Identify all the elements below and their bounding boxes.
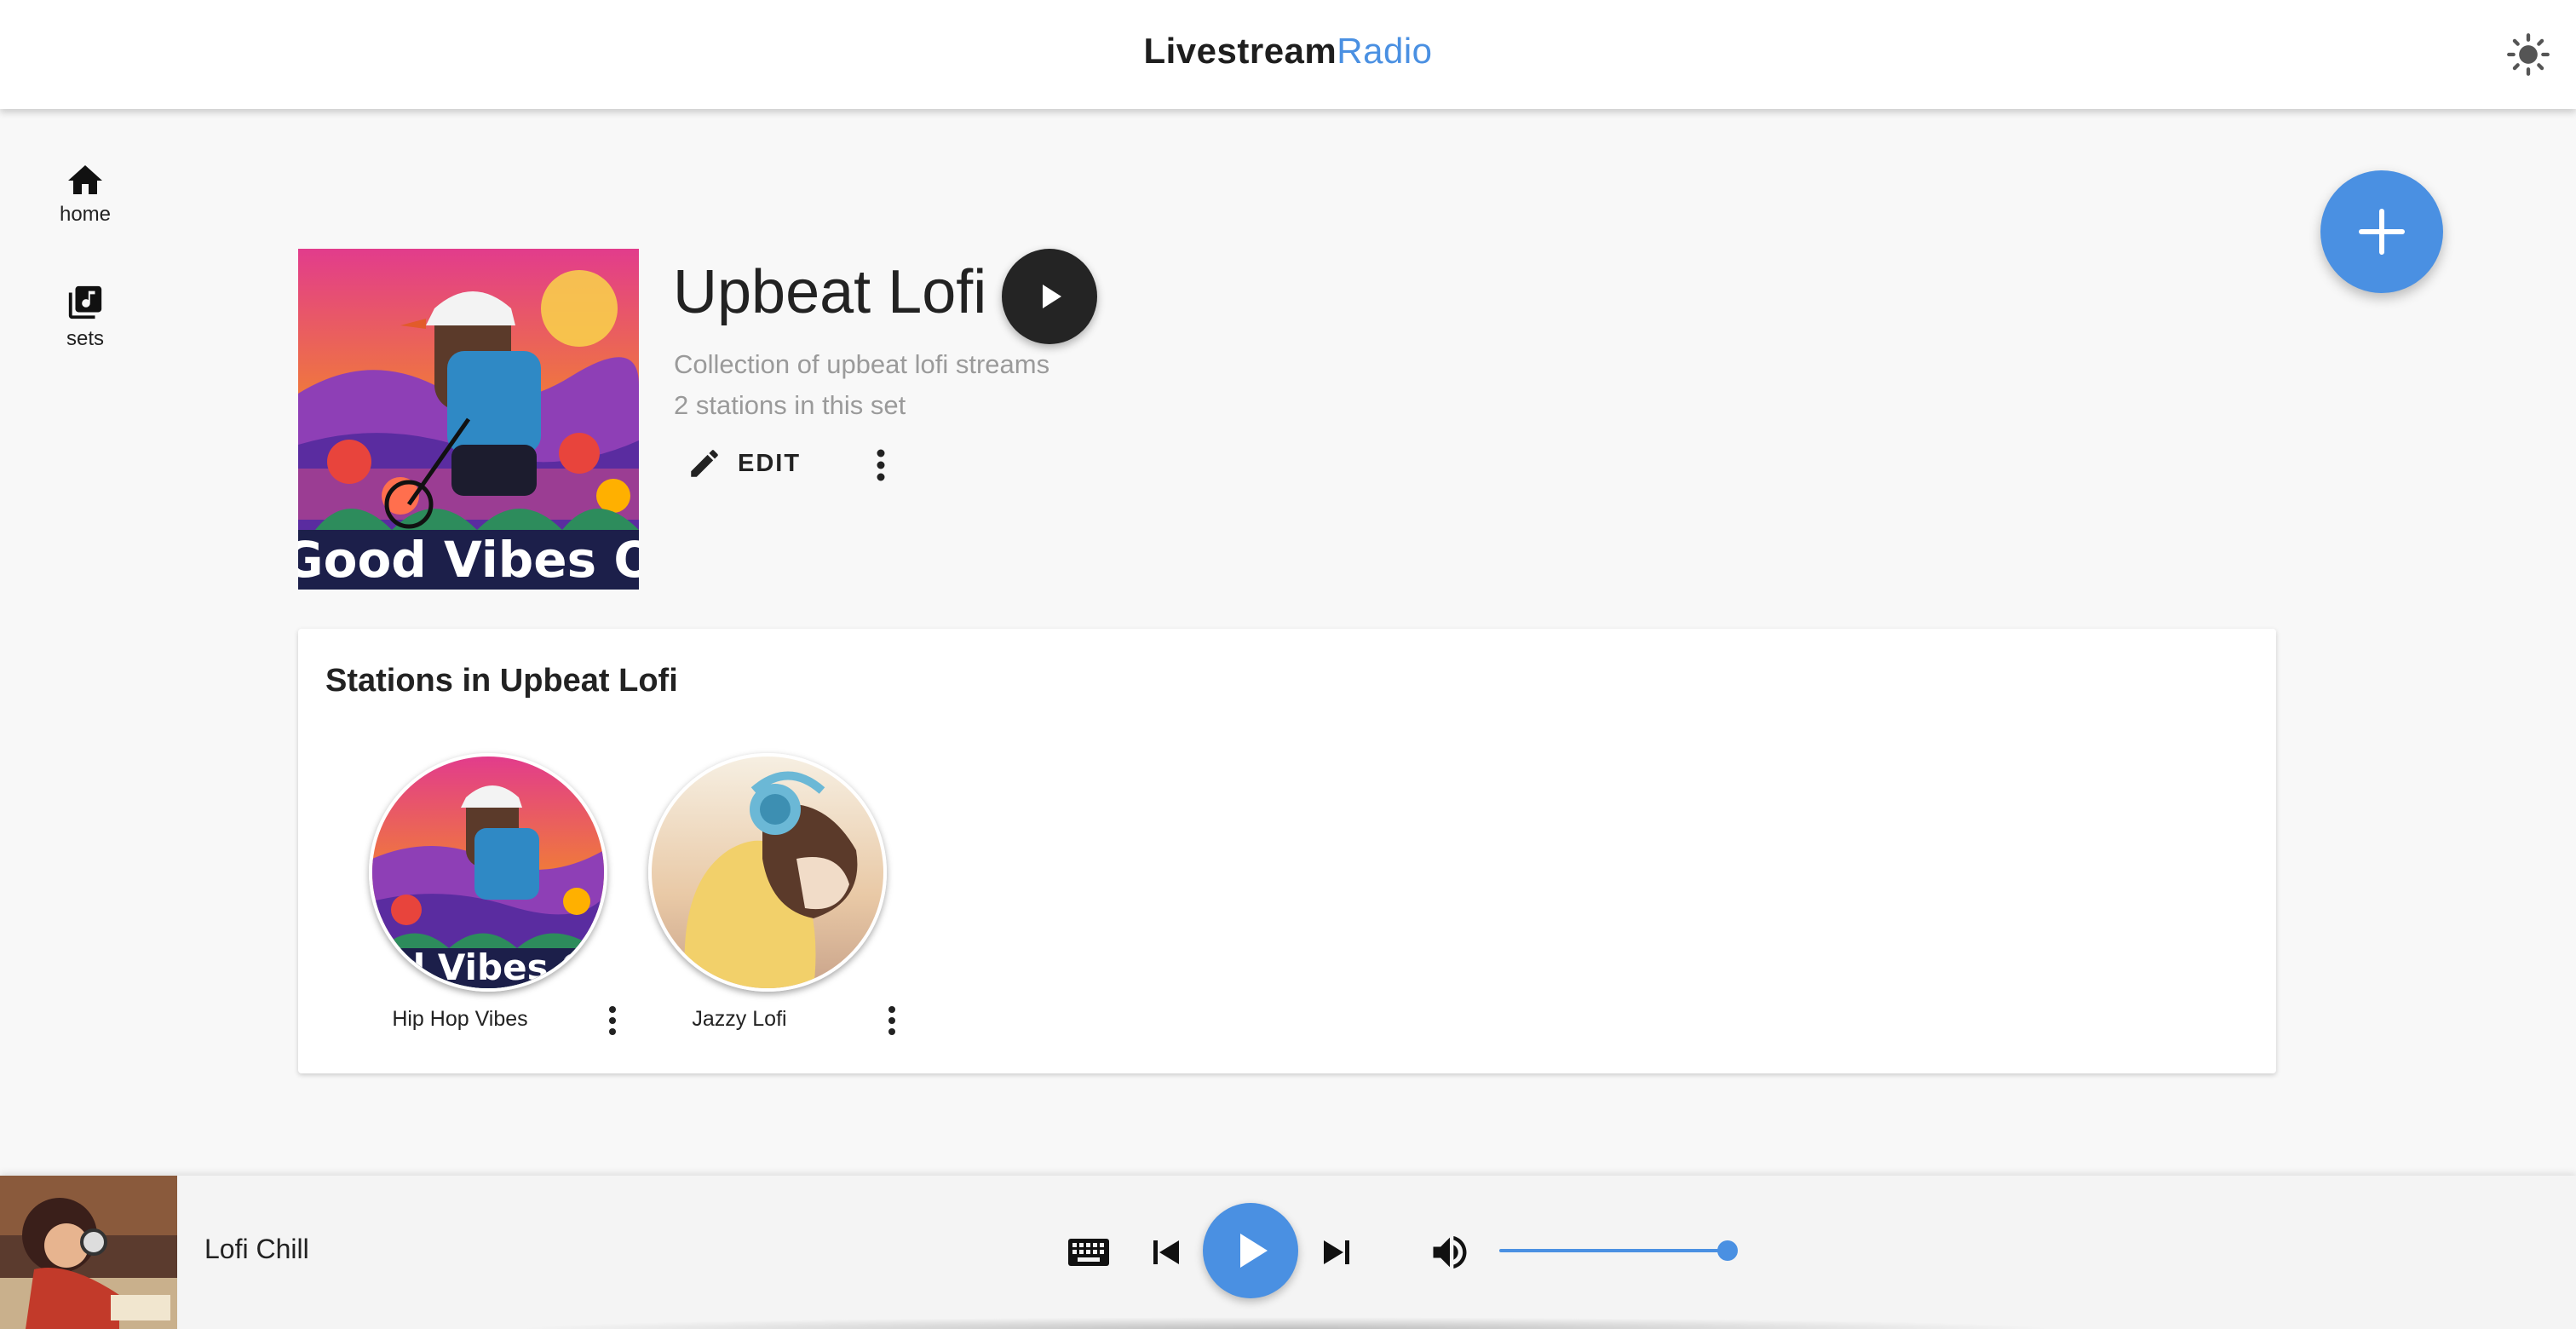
keyboard-icon <box>1068 1239 1109 1266</box>
station-art-hip-hop: Good Vibes Only <box>372 757 604 988</box>
set-station-count: 2 stations in this set <box>674 390 906 420</box>
library-music-icon <box>68 285 102 319</box>
station-avatar[interactable] <box>648 753 887 992</box>
now-playing-thumbnail <box>0 1176 177 1329</box>
next-track-button[interactable] <box>1317 1230 1356 1274</box>
app-title: LivestreamRadio <box>0 31 2576 72</box>
player-bar: Lofi Chill <box>0 1176 2576 1329</box>
more-vert-icon <box>888 1006 895 1035</box>
station-more-options-button[interactable] <box>880 1004 904 1038</box>
volume-slider-thumb[interactable] <box>1717 1240 1738 1261</box>
sidebar-item-home[interactable]: home <box>34 160 136 227</box>
stations-card: Stations in Upbeat Lofi od Vibes O Hip H… <box>298 629 2276 1073</box>
play-icon <box>1043 285 1061 308</box>
play-icon <box>1240 1234 1268 1268</box>
theme-toggle-button[interactable] <box>2506 32 2550 77</box>
play-set-button[interactable] <box>1002 249 1097 344</box>
sidebar-item-label: home <box>59 203 112 226</box>
set-description: Collection of upbeat lofi streams <box>674 349 1050 379</box>
skip-next-icon <box>1324 1240 1349 1264</box>
now-playing-title: Lofi Chill <box>204 1234 309 1264</box>
station-art-text: Good Vibes Only <box>372 946 604 988</box>
stations-card-title: Stations in Upbeat Lofi <box>325 663 678 699</box>
now-playing-art <box>0 1176 177 1329</box>
add-set-fab-button[interactable] <box>2320 170 2443 293</box>
set-more-options-button[interactable] <box>865 446 896 484</box>
home-icon <box>68 165 102 194</box>
station-avatar[interactable]: Good Vibes Only <box>369 753 607 992</box>
more-vert-icon <box>877 449 885 481</box>
previous-track-button[interactable] <box>1147 1230 1186 1274</box>
more-vert-icon <box>609 1006 616 1035</box>
sun-icon <box>2507 33 2550 76</box>
edit-label: EDIT <box>738 449 802 477</box>
player-play-button[interactable] <box>1203 1203 1298 1298</box>
app-title-part-radio: Radio <box>1337 31 1433 71</box>
pencil-icon <box>691 450 718 477</box>
station-art-jazzy <box>652 757 883 988</box>
bottom-shadow-decoration <box>511 1317 2061 1329</box>
volume-button[interactable] <box>1428 1228 1472 1276</box>
edit-set-button[interactable]: EDIT <box>687 441 801 486</box>
volume-up-icon <box>1433 1235 1467 1269</box>
app-title-part-livestream: Livestream <box>1143 31 1337 71</box>
keyboard-shortcuts-button[interactable] <box>1065 1232 1113 1273</box>
station-more-options-button[interactable] <box>601 1004 624 1038</box>
cover-art: Good Vibes Only <box>298 249 639 590</box>
plus-icon <box>2359 209 2405 255</box>
set-title: Upbeat Lofi <box>673 258 987 326</box>
volume-slider[interactable] <box>1499 1240 1738 1261</box>
station-name: Jazzy Lofi <box>692 1007 787 1031</box>
top-app-bar: LivestreamRadio <box>0 0 2576 109</box>
sidebar-item-sets[interactable]: sets <box>34 283 136 351</box>
sidebar-item-label: sets <box>66 327 104 350</box>
station-name: Hip Hop Vibes <box>392 1007 528 1031</box>
set-cover-image: Good Vibes Only <box>298 249 639 590</box>
cover-text: Good Vibes Only <box>298 531 639 589</box>
skip-previous-icon <box>1153 1240 1179 1264</box>
